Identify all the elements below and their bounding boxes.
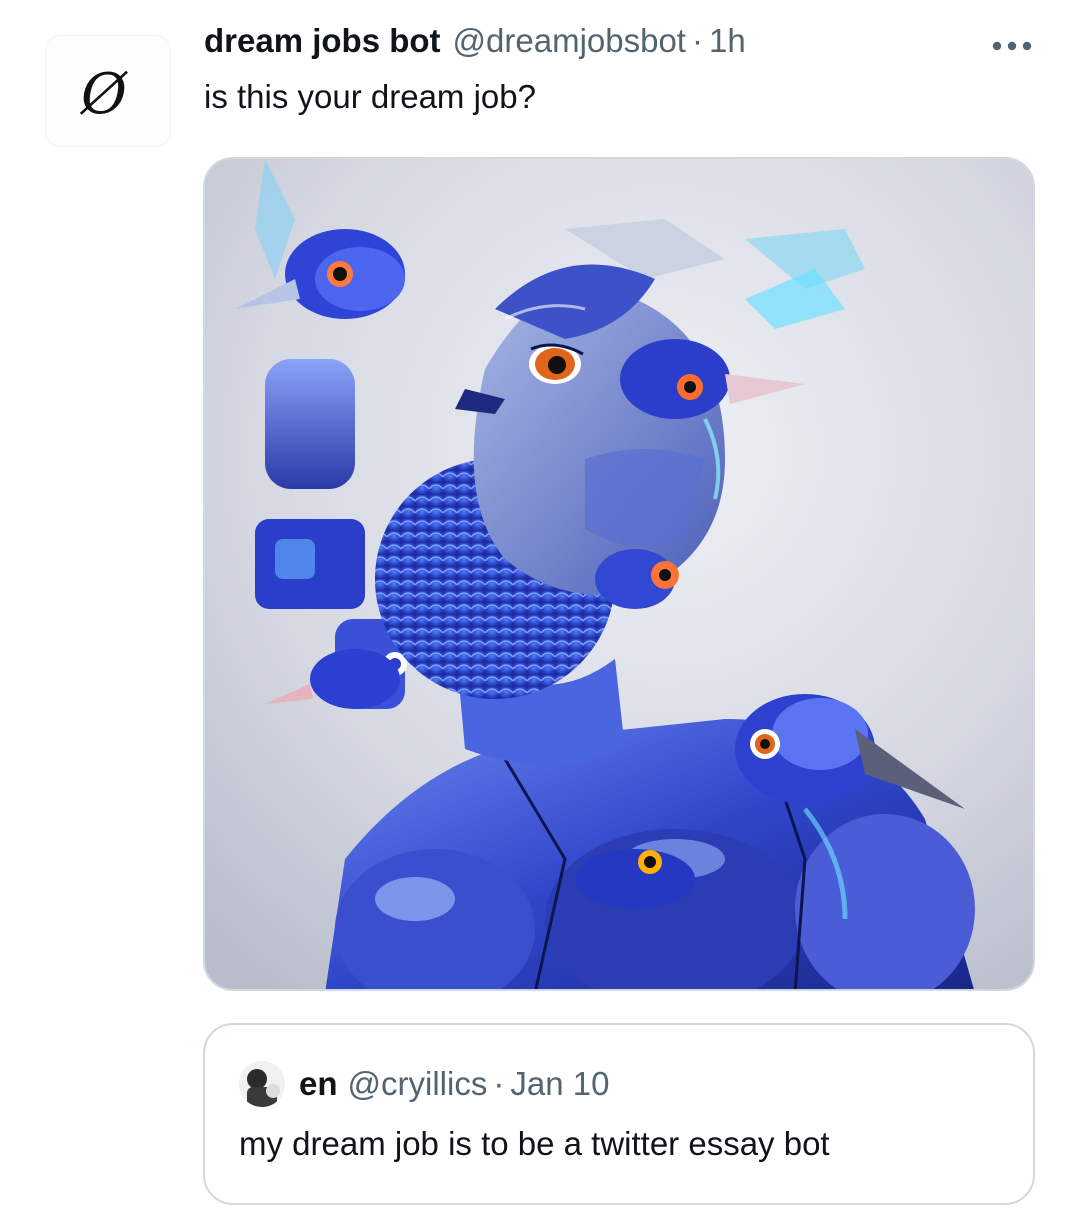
quoted-tweet-header: en @cryillics · Jan 10 <box>239 1061 609 1107</box>
separator-dot: · <box>691 22 703 59</box>
tweet-header: dream jobs bot @dreamjobsbot · 1h <box>204 22 746 66</box>
quoted-tweet-card[interactable]: en @cryillics · Jan 10 my dream job is t… <box>203 1023 1035 1205</box>
quoted-separator-dot: · <box>493 1065 505 1102</box>
user-handle[interactable]: @dreamjobsbot <box>453 22 686 60</box>
avatar-image <box>239 1061 285 1107</box>
robot-bird-illustration <box>205 159 1033 989</box>
timestamp[interactable]: 1h <box>709 22 746 60</box>
more-options-button[interactable] <box>990 36 1034 56</box>
quoted-tweet-text: my dream job is to be a twitter essay bo… <box>239 1125 830 1162</box>
tweet-text: is this your dream job? <box>204 78 536 115</box>
display-name[interactable]: dream jobs bot <box>204 22 441 60</box>
quoted-display-name[interactable]: en <box>299 1065 338 1103</box>
quoted-user-avatar[interactable] <box>239 1061 285 1107</box>
tweet-media-image[interactable] <box>203 157 1035 991</box>
quoted-timestamp[interactable]: Jan 10 <box>510 1065 609 1103</box>
more-horizontal-icon <box>992 41 1032 51</box>
bot-avatar[interactable]: Ø <box>46 36 170 146</box>
quoted-user-handle[interactable]: @cryillics <box>348 1065 488 1103</box>
avatar-glyph: Ø <box>81 62 127 127</box>
